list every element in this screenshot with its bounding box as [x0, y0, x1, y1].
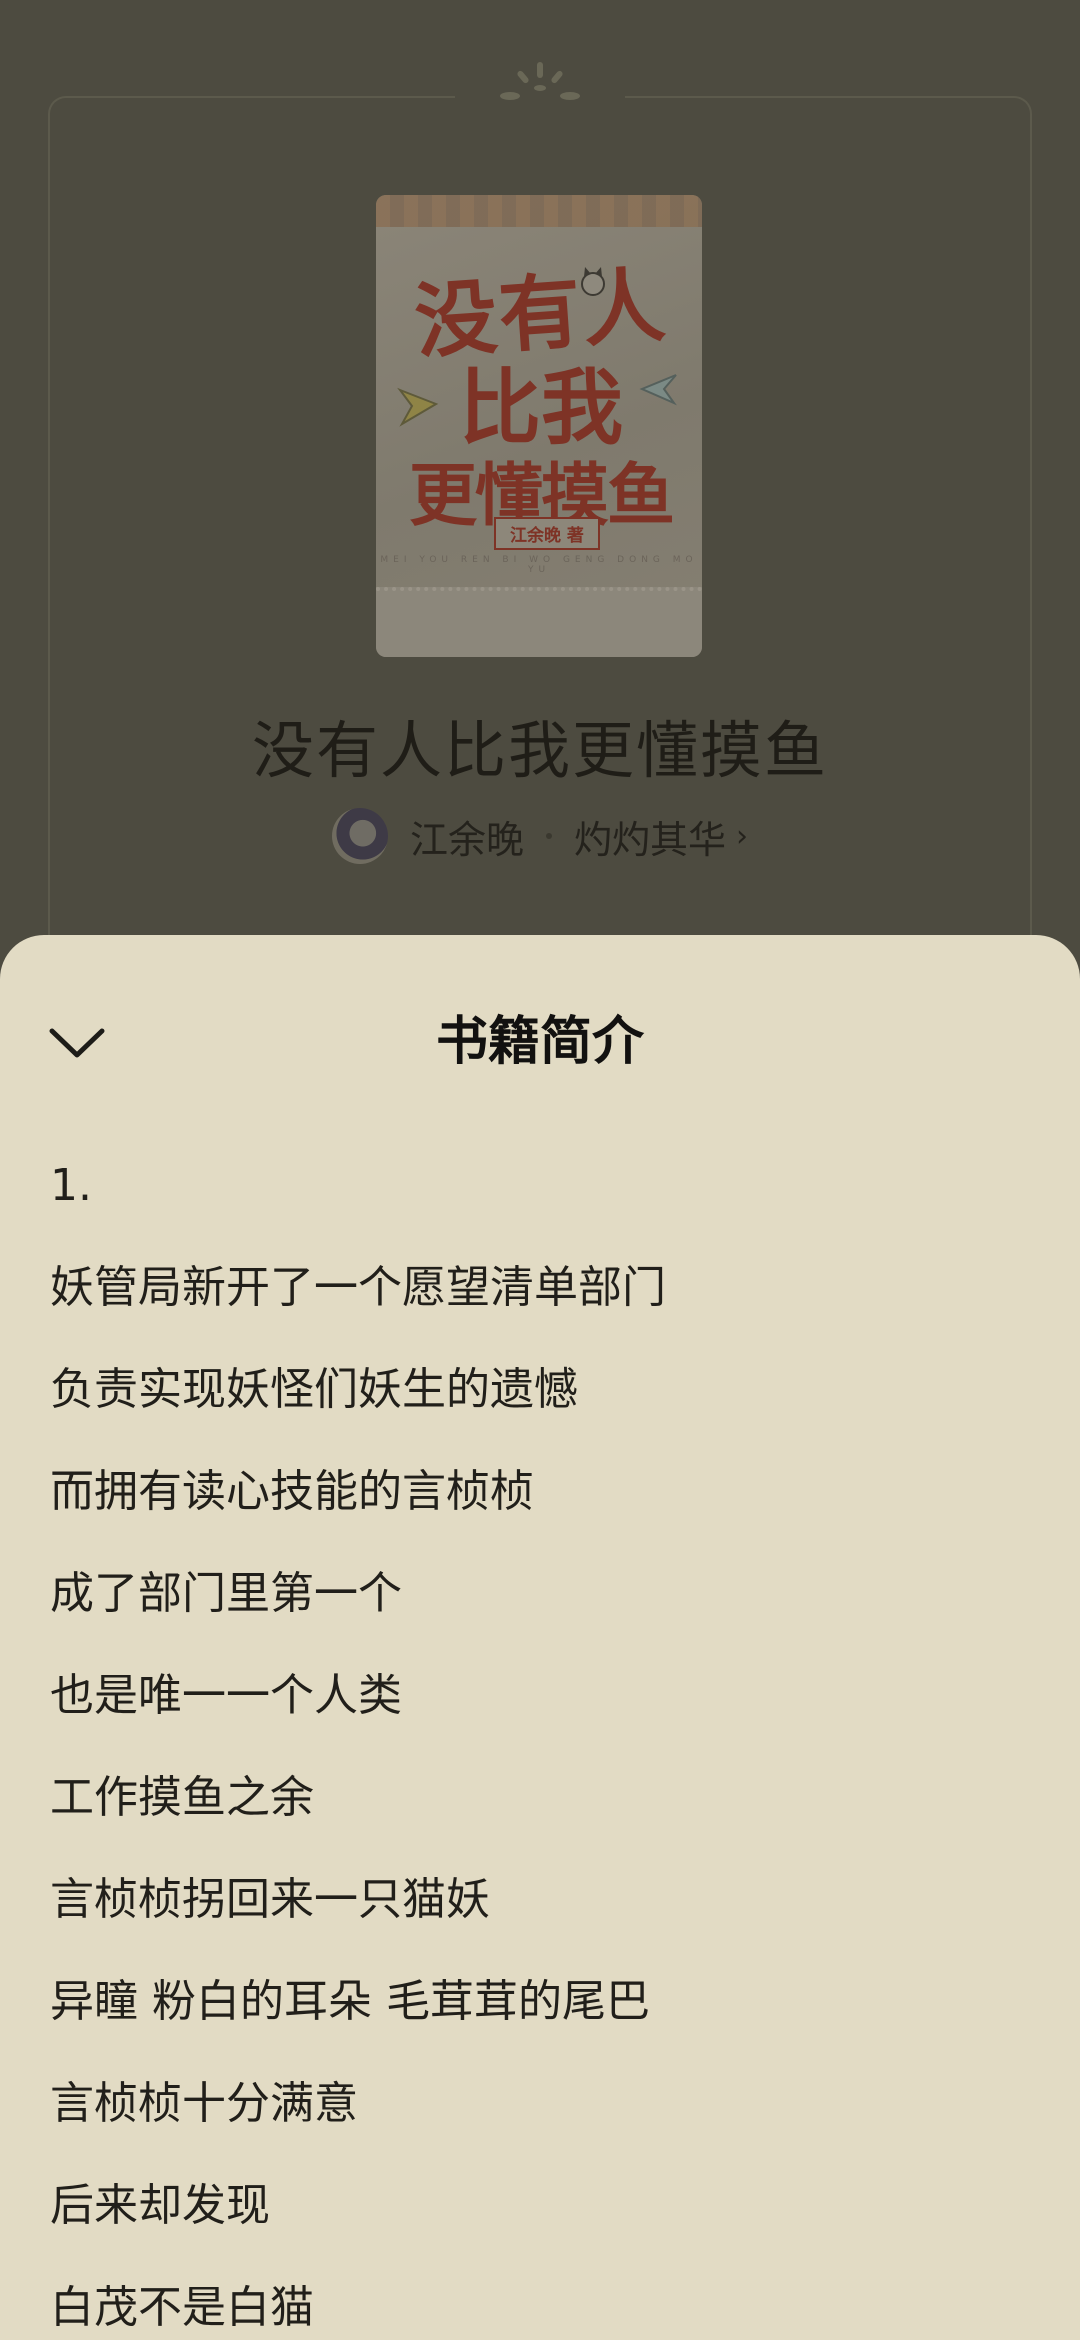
intro-line: 妖管局新开了一个愿望清单部门: [50, 1262, 666, 1313]
sparkle-ornament-icon: [500, 62, 580, 100]
avatar[interactable]: [331, 808, 388, 864]
intro-text: 1. 妖管局新开了一个愿望清单部门 负责实现妖怪们妖生的遗憾 而拥有读心技能的言…: [50, 1135, 1030, 2340]
intro-line: 也是唯一一个人类: [50, 1670, 402, 1721]
book-intro-sheet: 书籍简介 1. 妖管局新开了一个愿望清单部门 负责实现妖怪们妖生的遗憾 而拥有读…: [0, 935, 1080, 2340]
intro-line: 1.: [50, 1160, 92, 1211]
intro-line: 成了部门里第一个: [50, 1568, 402, 1619]
cover-title: 没有人 比我 更懂摸鱼: [408, 258, 675, 536]
star-icon: [639, 374, 677, 406]
intro-line: 言桢桢十分满意: [50, 2078, 358, 2129]
publisher-name[interactable]: 灼灼其华: [574, 809, 726, 864]
intro-line: 而拥有读心技能的言桢桢: [50, 1466, 534, 1517]
cover-pinyin: MEI YOU REN BI WO GENG DONG MO YU: [380, 555, 698, 575]
separator-dot: [546, 833, 552, 839]
star-icon: [397, 387, 439, 427]
book-detail-background: 没有人 比我 更懂摸鱼 江余晚 著 MEI YOU REN BI WO GENG…: [0, 0, 1080, 996]
intro-line: 异瞳 粉白的耳朵 毛茸茸的尾巴: [50, 1976, 650, 2027]
intro-line: 后来却发现: [50, 2180, 270, 2231]
book-title: 没有人比我更懂摸鱼: [251, 714, 828, 787]
intro-line: 白茂不是白猫: [50, 2282, 314, 2333]
intro-line: 负责实现妖怪们妖生的遗憾: [50, 1364, 578, 1415]
book-cover[interactable]: 没有人 比我 更懂摸鱼 江余晚 著 MEI YOU REN BI WO GENG…: [376, 195, 702, 657]
author-name[interactable]: 江余晚: [410, 809, 524, 864]
chevron-right-icon[interactable]: ›: [736, 819, 748, 854]
cover-author-tag: 江余晚 著: [494, 517, 600, 550]
intro-line: 言桢桢拐回来一只猫妖: [50, 1874, 490, 1925]
sheet-title: 书籍简介: [435, 1012, 644, 1072]
author-row[interactable]: 江余晚 灼灼其华 ›: [0, 806, 1080, 866]
cat-icon: [581, 267, 605, 296]
intro-line: 工作摸鱼之余: [50, 1772, 314, 1823]
